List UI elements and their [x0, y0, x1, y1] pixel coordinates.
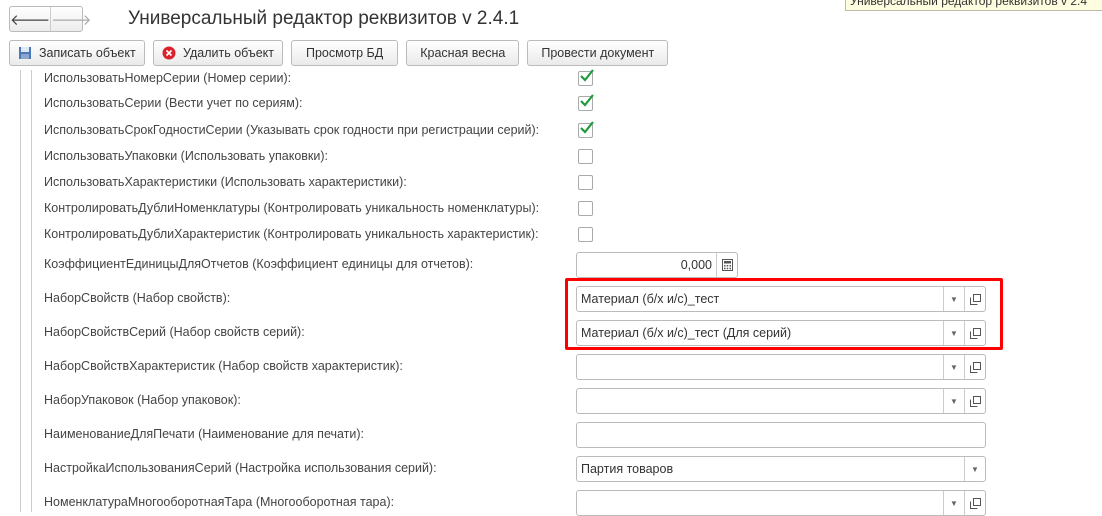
window-title: Универсальный редактор реквизитов v 2.4.… — [128, 8, 520, 29]
checkbox[interactable] — [578, 69, 594, 86]
dropdown-arrow-icon[interactable]: ▼ — [943, 355, 964, 379]
checkbox[interactable] — [578, 149, 593, 164]
divider — [31, 70, 32, 512]
toolbar: Записать объект Удалить объект Просмотр … — [9, 40, 669, 66]
floppy-icon — [18, 46, 32, 60]
checkbox-label: ИспользоватьСерии (Вести учет по сериям)… — [44, 96, 303, 110]
tara-label: НоменклатураМногооборотнаяТара (Многообо… — [44, 495, 395, 509]
packs-label: НаборУпаковок (Набор упаковок): — [44, 393, 241, 407]
post-document-button[interactable]: Провести документ — [527, 40, 669, 66]
print_name-field[interactable] — [576, 422, 986, 448]
check-icon — [580, 121, 594, 134]
save-object-button[interactable]: Записать объект — [9, 40, 145, 66]
highlight-box — [565, 278, 1003, 350]
coef-input[interactable]: 0,000 — [576, 252, 738, 278]
checkbox[interactable] — [578, 227, 593, 242]
open-icon[interactable] — [964, 355, 985, 379]
calculator-icon[interactable] — [716, 253, 737, 277]
dropdown-arrow-icon[interactable]: ▼ — [943, 389, 964, 413]
checkbox[interactable] — [578, 201, 593, 216]
divider — [20, 70, 21, 512]
checkbox-label: ИспользоватьХарактеристики (Использовать… — [44, 175, 407, 189]
open-icon[interactable] — [964, 389, 985, 413]
tara-field[interactable]: ▼ — [576, 490, 986, 516]
dropdown-arrow-icon[interactable]: ▼ — [964, 457, 985, 481]
checkbox-label: ИспользоватьНомерСерии (Номер серии): — [44, 71, 292, 85]
checkbox-label: КонтролироватьДублиХарактеристик (Контро… — [44, 227, 539, 241]
delete-object-button[interactable]: Удалить объект — [153, 40, 283, 66]
packs-field[interactable]: ▼ — [576, 388, 986, 414]
back-button[interactable]: 🡐 — [10, 7, 50, 31]
forward-button[interactable]: 🡒 — [50, 7, 91, 31]
print_name-label: НаименованиеДляПечати (Наименование для … — [44, 427, 365, 441]
dropdown-arrow-icon[interactable]: ▼ — [943, 491, 964, 515]
open-icon[interactable] — [964, 491, 985, 515]
red-spring-button[interactable]: Красная весна — [406, 40, 520, 66]
series_setting-field[interactable]: Партия товаров ▼ — [576, 456, 986, 482]
checkbox-label: ИспользоватьУпаковки (Использовать упако… — [44, 149, 329, 163]
check-icon — [580, 69, 594, 82]
view-db-button[interactable]: Просмотр БД — [291, 40, 399, 66]
props_char-label: НаборСвойствХарактеристик (Набор свойств… — [44, 359, 403, 373]
props_series-label: НаборСвойствСерий (Набор свойств серий): — [44, 325, 305, 339]
checkbox-label: КонтролироватьДублиНоменклатуры (Контрол… — [44, 201, 540, 215]
checkbox[interactable] — [578, 94, 594, 111]
check-icon — [580, 94, 594, 107]
checkbox[interactable] — [578, 121, 594, 138]
delete-icon — [162, 46, 176, 60]
nav-buttons: 🡐 🡒 — [9, 6, 91, 32]
series_setting-label: НастройкаИспользованияСерий (Настройка и… — [44, 461, 437, 475]
checkbox[interactable] — [578, 175, 593, 190]
tooltip: Универсальный редактор реквизитов v 2.4 — [845, 0, 1102, 11]
checkbox-label: ИспользоватьСрокГодностиСерии (Указывать… — [44, 123, 540, 137]
props-label: НаборСвойств (Набор свойств): — [44, 291, 231, 305]
coef-label: КоэффициентЕдиницыДляОтчетов (Коэффициен… — [44, 257, 474, 271]
props_char-field[interactable]: ▼ — [576, 354, 986, 380]
